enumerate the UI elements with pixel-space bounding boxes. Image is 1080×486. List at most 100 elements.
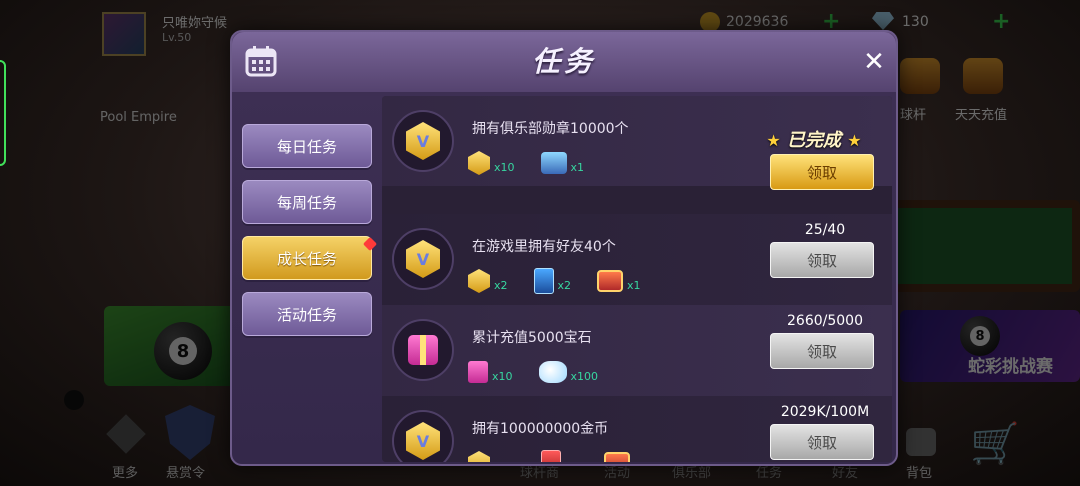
task-progress: 2660/5000: [787, 313, 863, 329]
eight-ball-number: 8: [169, 337, 197, 365]
task-list[interactable]: V 拥有俱乐部勋章10000个 x10 x1 ★ 已完成 ★ 领取 V 在游戏里…: [382, 96, 892, 462]
cue-shop-icon[interactable]: [900, 58, 940, 94]
claim-button[interactable]: 领取: [770, 154, 874, 190]
claim-button-label: 领取: [806, 163, 837, 182]
dialog-header: 任务 ✕: [232, 32, 896, 92]
daily-recharge-label: 天天充值: [955, 108, 1008, 123]
reward-qty: x1: [627, 278, 641, 292]
reward-qty: x10: [494, 160, 515, 174]
more-icon[interactable]: [106, 414, 146, 454]
claim-button-label: 领取: [806, 433, 837, 452]
claim-button[interactable]: 领取: [770, 242, 874, 278]
reward-item: x2: [468, 269, 508, 293]
shop-cart-icon[interactable]: 🛒: [970, 420, 1020, 467]
game-screen: 只唯妳守候 Lv.50 2029636 + 130 + 球杆 天天充值 Pool…: [0, 0, 1080, 486]
claim-button[interactable]: 领取: [770, 424, 874, 460]
nav-bag-label[interactable]: 背包: [906, 462, 932, 481]
nav-bounty-label[interactable]: 悬赏令: [166, 462, 205, 481]
daily-recharge-icon[interactable]: [963, 58, 1003, 94]
eight-ball-icon: 8: [154, 322, 212, 380]
reward-list: x20 x2 x1: [468, 448, 670, 462]
add-gems-icon[interactable]: +: [992, 9, 1010, 34]
reward-qty: x2: [565, 461, 579, 463]
reward-list: x10 x1: [468, 148, 606, 178]
tab-daily-label: 每日任务: [276, 137, 337, 156]
task-icon-frame: V: [392, 110, 454, 172]
medal-icon: V: [406, 122, 440, 160]
claim-button[interactable]: 领取: [770, 333, 874, 369]
reward-item: x2: [540, 450, 579, 463]
player-level: Lv.50: [162, 31, 192, 44]
red-card-icon: [540, 450, 561, 462]
gem-balance: 130: [902, 14, 929, 30]
bounty-shield-icon[interactable]: [165, 405, 215, 460]
task-icon-frame: V: [392, 410, 454, 462]
gift-icon: [408, 335, 438, 365]
red-chest-icon: [597, 270, 624, 292]
close-button[interactable]: ✕: [860, 48, 888, 76]
star-icon: ★: [766, 131, 781, 150]
tab-daily[interactable]: 每日任务: [242, 124, 372, 168]
task-icon-frame: [392, 319, 454, 381]
task-progress: 2029K/100M: [780, 404, 870, 420]
medal-icon: V: [406, 422, 440, 460]
tab-event[interactable]: 活动任务: [242, 292, 372, 336]
task-dialog: 任务 ✕ 每日任务 每周任务 成长任务 活动任务 V 拥有俱乐部勋章10000个…: [230, 30, 898, 466]
reward-qty: x1: [634, 461, 648, 463]
diamonds-icon: [538, 361, 567, 383]
task-title: 在游戏里拥有好友40个: [472, 239, 616, 255]
coin-icon: [700, 12, 720, 32]
tab-weekly[interactable]: 每周任务: [242, 180, 372, 224]
reward-qty: x10: [492, 369, 513, 383]
reward-qty: x2: [557, 278, 572, 292]
task-title: 累计充值5000宝石: [472, 330, 592, 346]
completed-text: 已完成: [787, 130, 841, 151]
task-icon-frame: V: [392, 228, 454, 290]
task-title: 拥有俱乐部勋章10000个: [472, 121, 629, 137]
claim-button-label: 领取: [806, 251, 837, 270]
eight-ball-small-icon: 8: [960, 316, 1000, 356]
blue-chest-icon: [540, 152, 567, 174]
gem-icon: [872, 12, 894, 30]
tab-event-label: 活动任务: [276, 305, 337, 324]
task-title: 拥有100000000金币: [472, 421, 609, 437]
reward-item: x1: [597, 270, 641, 292]
bag-icon[interactable]: [906, 428, 936, 456]
cue-shop-label: 球杆: [900, 108, 927, 123]
tab-weekly-label: 每周任务: [276, 193, 337, 212]
medal-icon: [468, 151, 490, 175]
medal-icon: V: [406, 240, 440, 278]
task-row: V 拥有100000000金币 x20 x2 x1 2029K/100M 领取: [382, 396, 892, 462]
task-row: V 拥有俱乐部勋章10000个 x10 x1 ★ 已完成 ★ 领取: [382, 96, 892, 190]
snake-challenge-label: 蛇彩挑战赛: [968, 357, 1053, 377]
reward-item: x100: [538, 361, 598, 383]
pool-empire-sign: Pool Empire: [100, 110, 177, 125]
reward-qty: x20: [494, 461, 515, 463]
coin-balance: 2029636: [726, 14, 789, 30]
medal-icon: [468, 451, 490, 462]
reward-list: x10 x100: [468, 357, 620, 387]
reward-list: x2 x2 x1: [468, 266, 663, 296]
player-avatar[interactable]: [102, 12, 146, 56]
player-name: 只唯妳守候: [162, 16, 228, 31]
star-icon: ★: [847, 131, 862, 150]
reward-item: x10: [468, 151, 515, 175]
red-chest-icon: [604, 452, 631, 462]
black-ball-icon: [64, 390, 84, 410]
reward-qty: x2: [494, 278, 508, 292]
reward-item: x10: [468, 361, 513, 383]
reward-qty: x1: [570, 160, 585, 174]
eight-ball-small-number: 8: [970, 326, 990, 346]
task-row: V 在游戏里拥有好友40个 x2 x2 x1 25/40 领取: [382, 214, 892, 305]
task-progress: 25/40: [804, 222, 846, 238]
tab-growth[interactable]: 成长任务: [242, 236, 395, 280]
gift-icon: [468, 361, 488, 383]
reward-item: x2: [533, 268, 572, 294]
side-drawer-handle[interactable]: [0, 60, 6, 166]
reward-item: x1: [604, 452, 648, 462]
dialog-title: 任务: [531, 45, 596, 78]
task-row: 累计充值5000宝石 x10 x100 2660/5000 领取: [382, 305, 892, 396]
reward-item: x1: [540, 152, 585, 174]
tab-growth-label: 成长任务: [276, 249, 337, 268]
nav-more-label[interactable]: 更多: [112, 462, 138, 481]
